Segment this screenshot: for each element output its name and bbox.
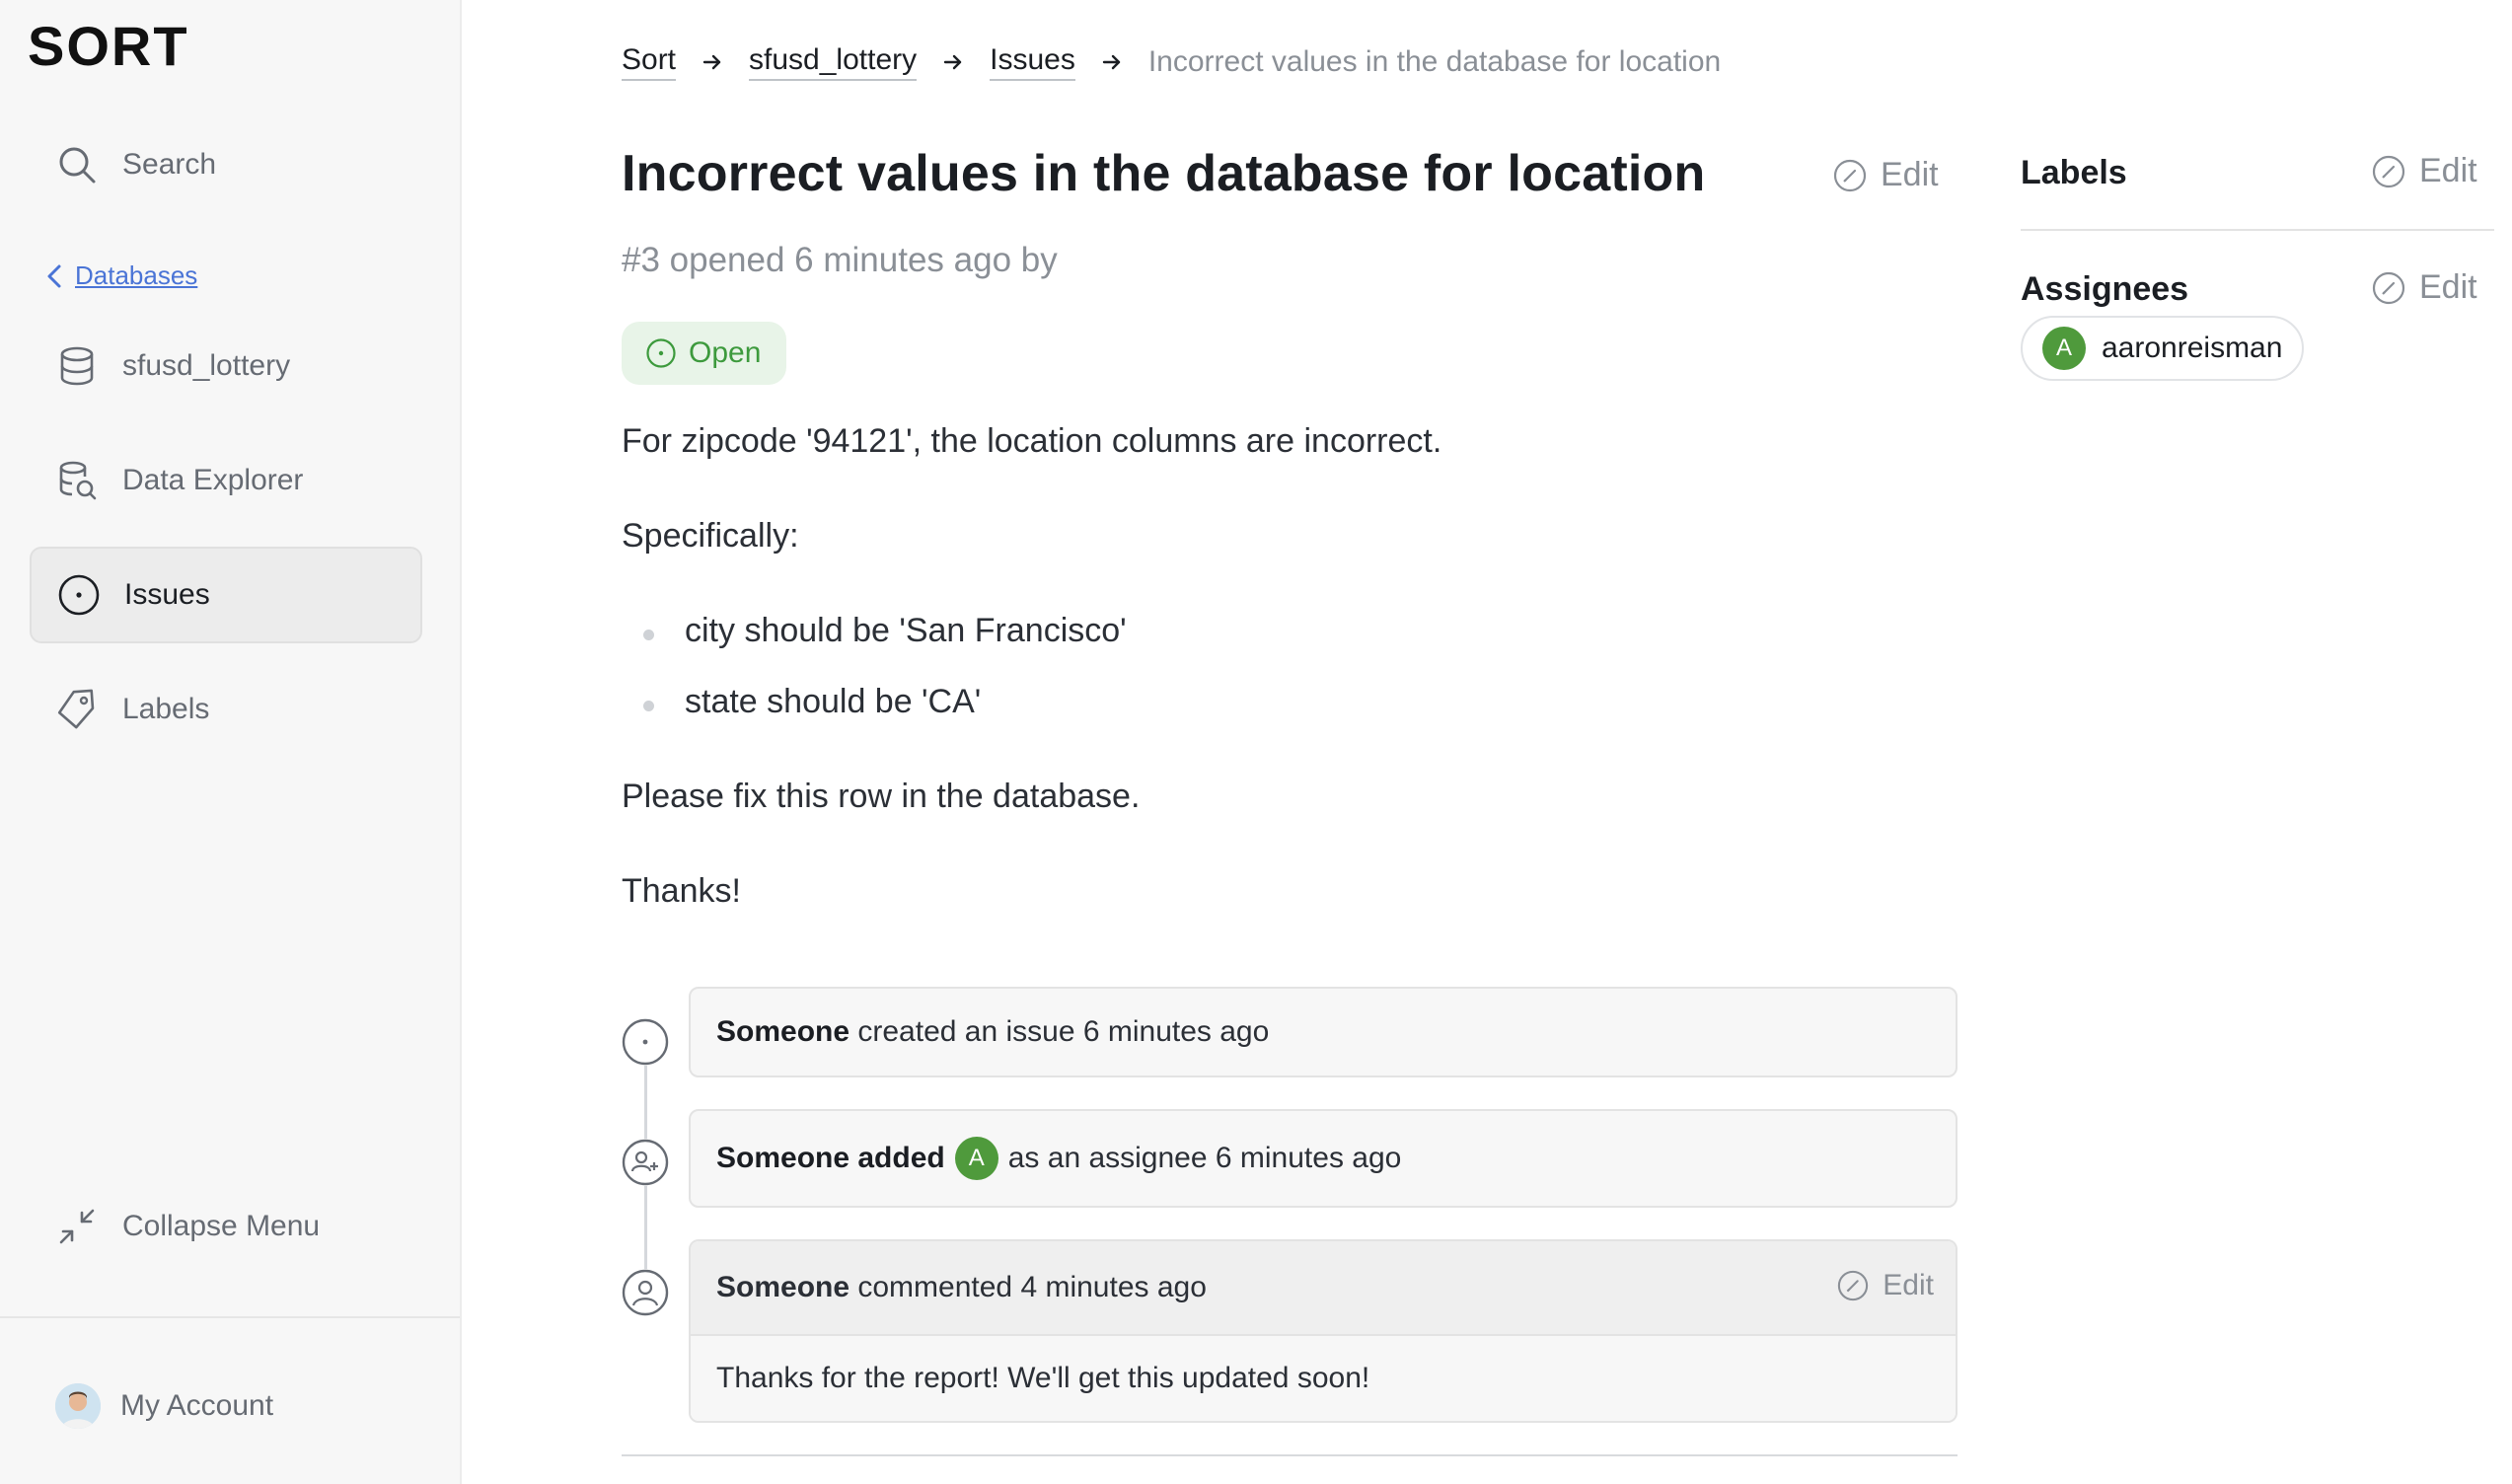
assignee-avatar: A: [2042, 327, 2086, 370]
data-explorer-icon: [55, 459, 99, 502]
event-text: as an assignee 6 minutes ago: [1007, 1142, 1402, 1174]
event-actor: Someone: [716, 1142, 850, 1174]
arrow-right-icon: [702, 54, 721, 70]
edit-label: Edit: [2419, 268, 2477, 306]
collapse-menu-label: Collapse Menu: [122, 1210, 321, 1242]
sidebar-item-sfusd-lottery[interactable]: sfusd_lottery: [30, 318, 422, 414]
svg-text:SORT: SORT: [28, 22, 189, 71]
sidebar-item-issues[interactable]: Issues: [30, 547, 422, 643]
bullet-dot: [643, 701, 654, 711]
arrow-right-icon: [1102, 54, 1121, 70]
timeline-comment: Someone commented 4 minutes ago Edit Tha…: [689, 1239, 1958, 1423]
breadcrumb-sort[interactable]: Sort: [622, 43, 677, 81]
avatar: [55, 1383, 101, 1429]
timeline-event: Someone created an issue 6 minutes ago: [689, 987, 1958, 1077]
event-text: created an issue 6 minutes ago: [857, 1015, 1270, 1048]
my-account-label: My Account: [120, 1389, 274, 1422]
search-icon: [55, 143, 99, 186]
issue-meta: #3 opened 6 minutes ago by: [622, 241, 1058, 279]
sidebar-divider: [0, 1316, 460, 1318]
status-label: Open: [689, 336, 762, 369]
assignee-name: aaronreisman: [2102, 332, 2283, 364]
bullet-dot: [643, 630, 654, 640]
breadcrumb-database[interactable]: sfusd_lottery: [749, 43, 918, 81]
breadcrumb-issues[interactable]: Issues: [990, 43, 1075, 81]
event-text: commented 4 minutes ago: [857, 1271, 1207, 1303]
comment-header: Someone commented 4 minutes ago Edit: [691, 1241, 1956, 1336]
back-link-label: Databases: [75, 260, 198, 290]
edit-label: Edit: [1881, 156, 1939, 193]
assignee-avatar: A: [954, 1137, 998, 1180]
sidebar-item-data-explorer[interactable]: Data Explorer: [30, 432, 422, 529]
event-text: added: [857, 1142, 945, 1174]
sort-logo[interactable]: SORT: [28, 22, 221, 71]
sidebar-item-label: Data Explorer: [122, 464, 304, 496]
issue-icon: [57, 573, 101, 617]
commenter-icon: [622, 1269, 669, 1316]
list-item: city should be 'San Francisco': [685, 612, 1127, 649]
event-actor: Someone: [716, 1015, 850, 1048]
edit-assignees-button[interactable]: Edit: [2372, 268, 2477, 307]
labels-heading: Labels: [2021, 154, 2127, 191]
tag-icon: [55, 688, 99, 731]
comment-composer-divider: [622, 1454, 1958, 1456]
sidebar-item-labels[interactable]: Labels: [30, 661, 422, 758]
body-paragraph: Specifically:: [622, 517, 799, 555]
edit-comment-button[interactable]: Edit: [1837, 1269, 1934, 1302]
sidebar-item-label: Search: [122, 148, 217, 181]
chevron-left-icon: [47, 264, 61, 287]
edit-icon: [2372, 271, 2405, 304]
issue-title: Incorrect values in the database for loc…: [622, 145, 1706, 202]
edit-label: Edit: [2419, 152, 2477, 189]
event-actor: Someone: [716, 1271, 850, 1303]
edit-icon: [1833, 159, 1867, 191]
breadcrumb-current: Incorrect values in the database for loc…: [1147, 45, 1722, 78]
breadcrumb: Sort sfusd_lottery Issues Incorrect valu…: [622, 39, 1721, 85]
assignee-added-icon: [622, 1139, 669, 1186]
body-paragraph: Thanks!: [622, 872, 741, 910]
collapse-icon: [55, 1205, 99, 1248]
my-account-button[interactable]: My Account: [30, 1358, 422, 1454]
edit-title-button[interactable]: Edit: [1833, 156, 1939, 194]
edit-icon: [1838, 1270, 1869, 1301]
sidebar-item-label: Labels: [122, 693, 210, 725]
edit-label: Edit: [1883, 1269, 1934, 1301]
status-badge: Open: [622, 322, 787, 385]
collapse-menu-button[interactable]: Collapse Menu: [30, 1178, 422, 1275]
issue-created-icon: [622, 1018, 669, 1066]
body-paragraph: Please fix this row in the database.: [622, 778, 1141, 815]
database-icon: [55, 344, 99, 388]
sort-logo-icon: SORT: [28, 22, 189, 71]
sidebar: SORT Search Databases sfusd_lottery Data…: [0, 0, 462, 1484]
right-panel-divider: [2021, 229, 2494, 231]
sidebar-item-label: sfusd_lottery: [122, 349, 291, 382]
edit-icon: [2372, 155, 2405, 187]
arrow-right-icon: [943, 54, 962, 70]
sidebar-item-label: Issues: [124, 578, 210, 611]
body-paragraph: For zipcode '94121', the location column…: [622, 422, 1442, 460]
edit-labels-button[interactable]: Edit: [2372, 152, 2477, 190]
list-item: state should be 'CA': [685, 683, 982, 720]
assignees-heading: Assignees: [2021, 270, 2189, 308]
comment-body: Thanks for the report! We'll get this up…: [691, 1336, 1956, 1421]
issue-open-icon: [646, 338, 676, 368]
back-to-databases-link[interactable]: Databases: [43, 260, 197, 291]
timeline-event: Someone added A as an assignee 6 minutes…: [689, 1109, 1958, 1208]
sidebar-item-search[interactable]: Search: [30, 116, 422, 213]
assignee-chip[interactable]: A aaronreisman: [2021, 316, 2305, 381]
